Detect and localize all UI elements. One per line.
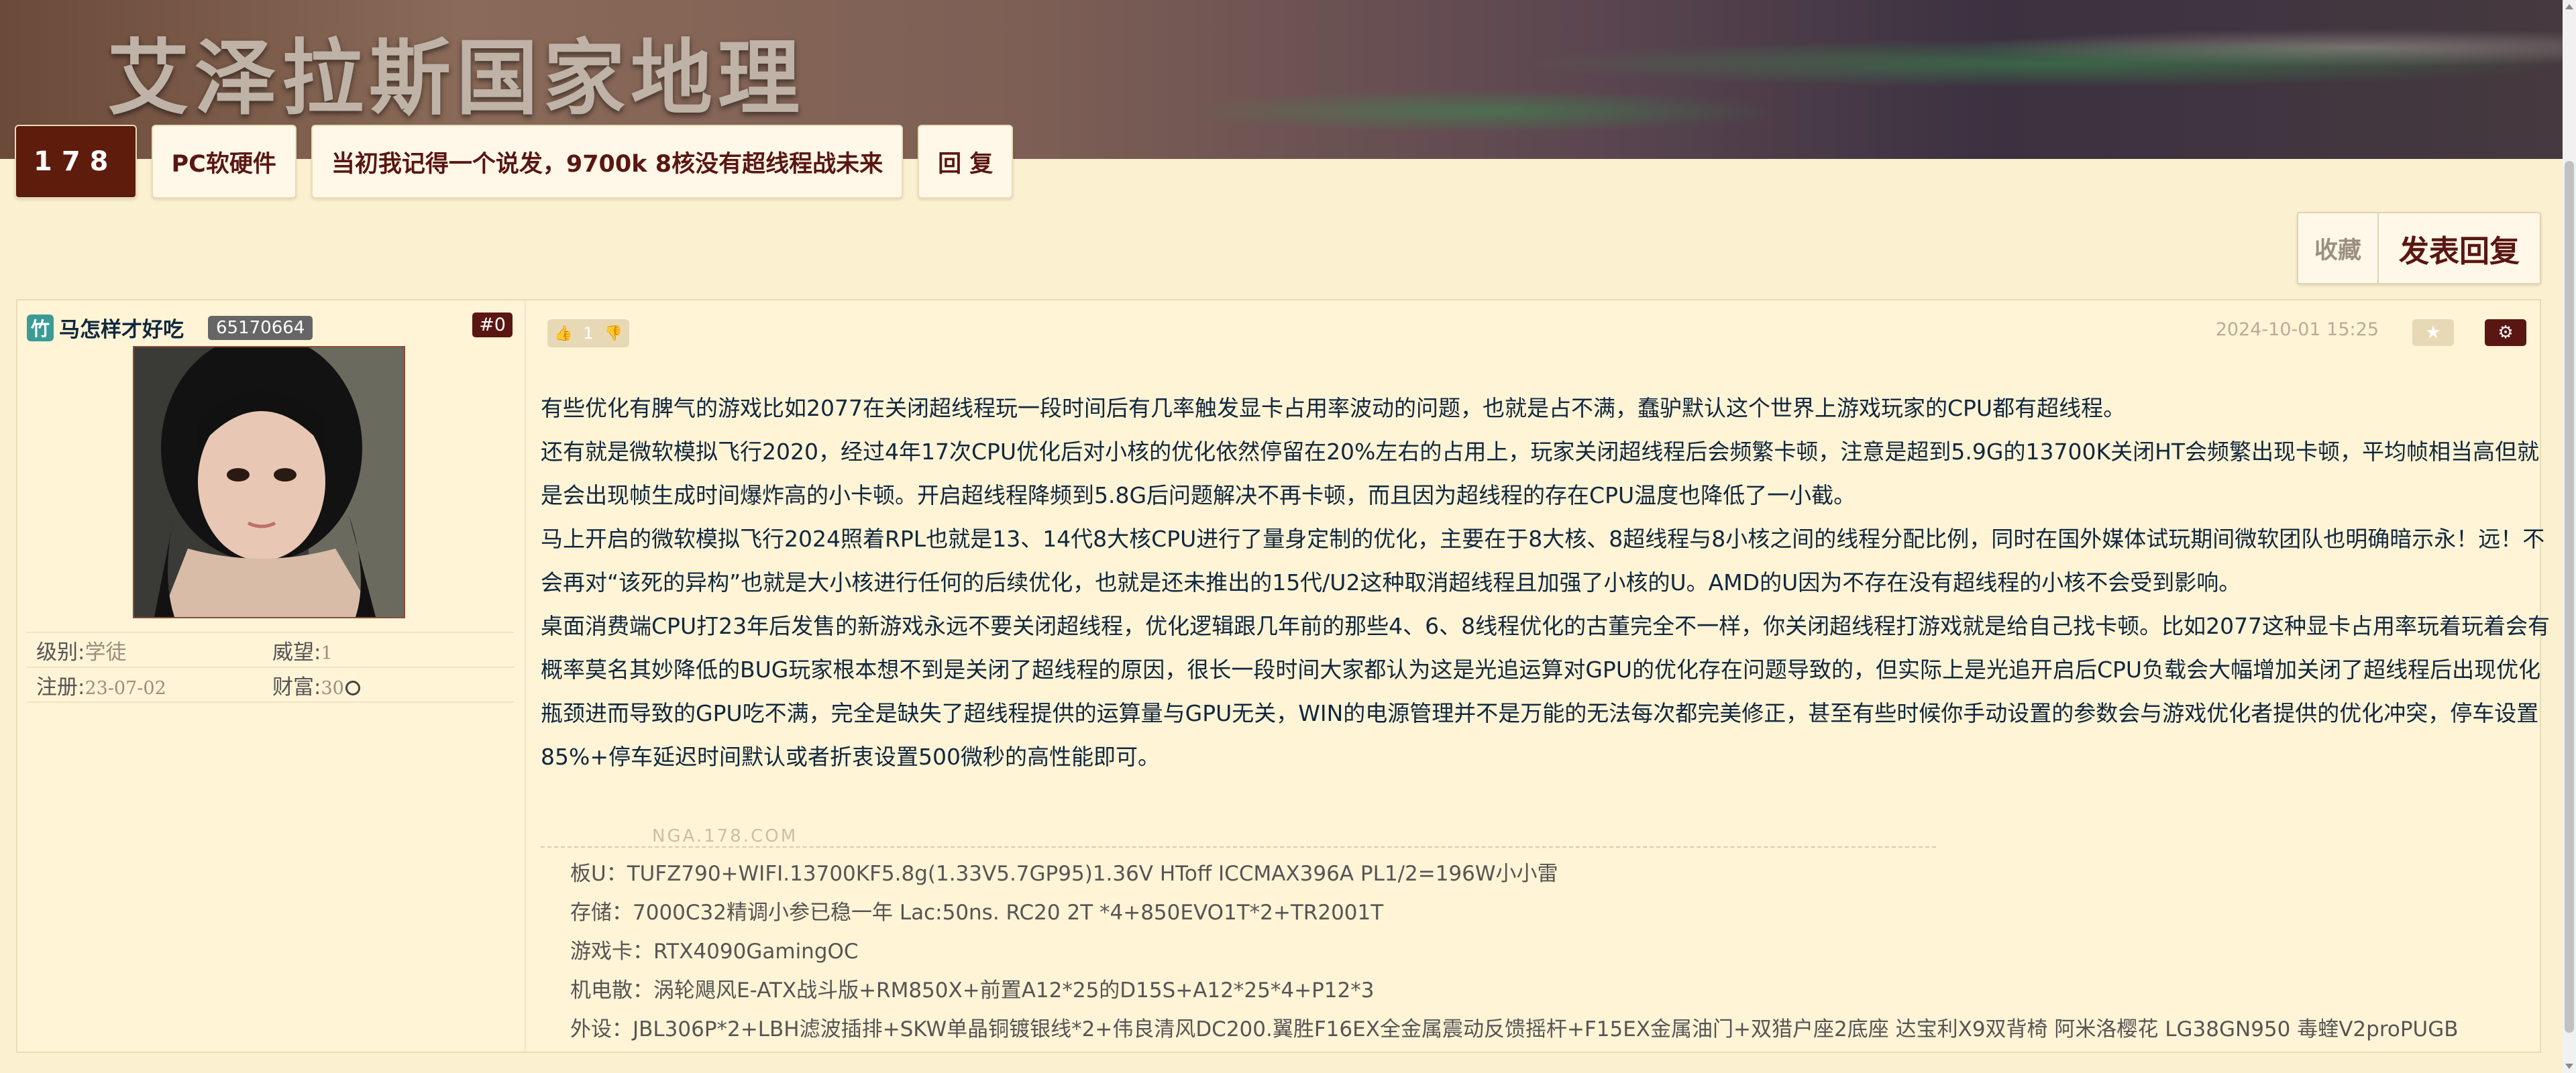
thumbs-up-icon[interactable]: 👍: [547, 319, 579, 347]
post-paragraph: 有些优化有脾气的游戏比如2077在关闭超线程玩一段时间后有几率触发显卡占用率波动…: [541, 395, 2126, 421]
breadcrumb-reply[interactable]: 回 复: [918, 125, 1014, 199]
star-icon[interactable]: ★: [2412, 319, 2454, 346]
post-container: 竹 马怎样才好吃 65170664 #0 级别:学徒 威望:1 注册:23-07…: [16, 299, 2550, 1053]
signature-divider: [541, 846, 1936, 848]
site-title[interactable]: 艾泽拉斯国家地理: [107, 12, 805, 131]
prestige-value: 1: [321, 642, 333, 664]
signature: 板U：TUFZ790+WIFI.13700KF5.8g(1.33V5.7GP95…: [570, 854, 2459, 1049]
signature-line: 存储：7000C32精调小参已稳一年 Lac:50ns. RC20 2T *4+…: [570, 901, 1384, 925]
signature-line: 板U：TUFZ790+WIFI.13700KF5.8g(1.33V5.7GP95…: [570, 862, 1558, 886]
scrollbar-thumb[interactable]: [2565, 161, 2574, 1033]
thumbs-down-icon[interactable]: 👎: [598, 319, 629, 347]
signature-line: 外设：JBL306P*2+LBH滤波插排+SKW单晶铜镀银线*2+伟良清风DC2…: [570, 1017, 2459, 1041]
register-date: 23-07-02: [85, 677, 166, 699]
wealth-label: 财富:: [272, 675, 321, 699]
post-reply-button[interactable]: 发表回复: [2379, 213, 2540, 283]
breadcrumb-thread-title[interactable]: 当初我记得一个说发，9700k 8核没有超线程战未来: [311, 125, 904, 199]
prestige-label: 威望:: [272, 640, 321, 665]
post-paragraph: 马上开启的微软模拟飞行2024照着RPL也就是13、14代8大核CPU进行了量身…: [541, 526, 2545, 596]
watermark: NGA.178.COM: [652, 826, 798, 846]
post-content-panel: 👍 1 👎 2024-10-01 15:25 ★ ⚙ 有些优化有脾气的游戏比如2…: [531, 300, 2550, 1052]
breadcrumb: 178 PC软硬件 当初我记得一个说发，9700k 8核没有超线程战未来 回 复: [15, 125, 1014, 199]
user-badge-icon: 竹: [27, 314, 54, 341]
author-header: 竹 马怎样才好吃 65170664: [27, 313, 517, 343]
author-uid[interactable]: 65170664: [208, 315, 313, 340]
thread-actions: 收藏 发表回复: [2296, 212, 2541, 284]
coin-icon: [345, 681, 360, 695]
avatar[interactable]: [133, 346, 405, 618]
vote-widget: 👍 1 👎: [547, 319, 630, 347]
author-stats: 级别:学徒 威望:1 注册:23-07-02 财富:30: [27, 632, 514, 703]
post-paragraph: 桌面消费端CPU打23年后发售的新游戏永远不要关闭超线程，优化逻辑跟几年前的那些…: [541, 613, 2551, 770]
author-name[interactable]: 马怎样才好吃: [59, 313, 184, 343]
scroll-down-icon[interactable]: [2565, 1064, 2573, 1069]
breadcrumb-home-logo[interactable]: 178: [15, 125, 137, 199]
register-label: 注册:: [36, 675, 85, 699]
wealth-value: 30: [321, 677, 344, 699]
post-paragraph: 还有就是微软模拟飞行2020，经过4年17次CPU优化后对小核的优化依然停留在2…: [541, 439, 2540, 508]
author-panel: 竹 马怎样才好吃 65170664 #0 级别:学徒 威望:1 注册:23-07…: [17, 300, 526, 1052]
floor-number[interactable]: #0: [472, 313, 513, 337]
gear-icon[interactable]: ⚙: [2485, 319, 2526, 346]
signature-line: 机电散：涡轮飓风E-ATX战斗版+RM850X+前置A12*25的D15S+A1…: [570, 978, 1375, 1003]
vote-count: 1: [583, 324, 594, 343]
level-label: 级别:: [36, 640, 85, 665]
scroll-up-icon[interactable]: [2565, 4, 2573, 9]
signature-line: 游戏卡：RTX4090GamingOC: [570, 940, 859, 964]
favorite-button[interactable]: 收藏: [2298, 213, 2379, 283]
post-body: 有些优化有脾气的游戏比如2077在关闭超线程玩一段时间后有几率触发显卡占用率波动…: [541, 386, 2553, 779]
breadcrumb-forum[interactable]: PC软硬件: [151, 125, 297, 199]
level-value: 学徒: [85, 640, 127, 665]
post-timestamp: 2024-10-01 15:25: [2215, 319, 2379, 340]
page-scrollbar[interactable]: [2563, 0, 2576, 1073]
